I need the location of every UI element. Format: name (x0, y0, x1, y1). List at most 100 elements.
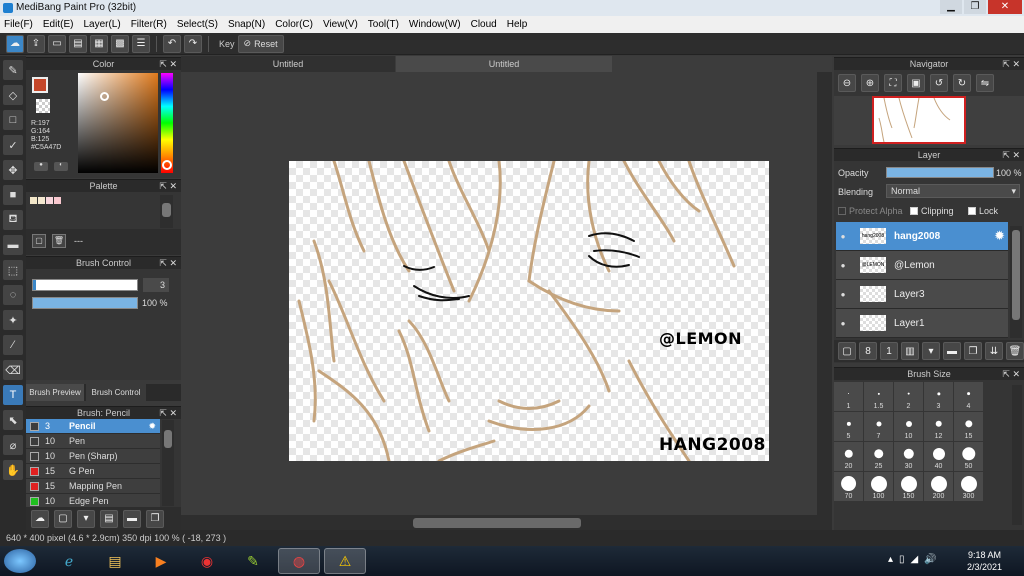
rotate-left-icon[interactable]: ↺ (930, 74, 948, 92)
new-palette-icon[interactable]: ▢ (32, 234, 46, 248)
protect-alpha-option[interactable]: Protect Alpha (838, 206, 903, 216)
brush-size-option[interactable]: 4 (954, 382, 983, 411)
brush-size-option[interactable]: 40 (924, 442, 953, 471)
layer-item-lemon[interactable]: ● @LEMON @Lemon (836, 251, 1008, 280)
layer-folder-icon[interactable]: ▬ (943, 342, 961, 360)
text-tool-icon[interactable]: T (3, 385, 23, 405)
select-eraser-tool-icon[interactable]: ⌫ (3, 360, 23, 380)
brush-list-scroll-thumb[interactable] (164, 430, 172, 448)
tab-document-1[interactable]: Untitled (181, 56, 395, 72)
brush-item-mapping-pen[interactable]: 15 Mapping Pen (26, 479, 160, 494)
blending-select[interactable]: Normal ▾ (886, 184, 1020, 198)
warning-taskbar-icon[interactable]: ⚠ (324, 548, 366, 574)
layer-item-layer3[interactable]: ● Layer3 (836, 280, 1008, 309)
brush-item-edge-pen[interactable]: 10 Edge Pen (26, 494, 160, 507)
panel-controls-icon[interactable]: ⇱ ✕ (159, 58, 177, 71)
delete-layer-icon[interactable]: 🗑 (1006, 342, 1024, 360)
new-layer-icon[interactable]: ▢ (838, 342, 856, 360)
cloud-brush-icon[interactable]: ☁ (31, 509, 49, 528)
brush-size-value[interactable]: 3 (143, 278, 169, 292)
new-1bit-layer-icon[interactable]: 1 (880, 342, 898, 360)
maximize-button[interactable]: ❐ (964, 0, 986, 14)
internet-explorer-icon[interactable]: ℯ (48, 548, 90, 574)
tray-icons[interactable]: ▴▯◢🔊 (888, 554, 943, 565)
brush-size-option[interactable]: 7 (864, 412, 893, 441)
add-brush-dropdown-icon[interactable]: ▾ (77, 509, 95, 528)
share-icon[interactable]: ⇪ (27, 34, 45, 53)
brush-size-option[interactable]: 200 (924, 472, 953, 501)
file-explorer-icon[interactable]: ▤ (94, 548, 136, 574)
brush-size-option[interactable]: 150 (894, 472, 923, 501)
color-swap-button[interactable]: ◐ (54, 162, 68, 171)
brush-item-pen[interactable]: 10 Pen (26, 434, 160, 449)
menu-cloud[interactable]: Cloud (471, 19, 497, 30)
color-picker-handle[interactable] (100, 92, 109, 101)
color-saturation-field[interactable] (78, 73, 158, 173)
layer-list-scroll-thumb[interactable] (1012, 230, 1020, 320)
brush-settings-icon[interactable]: ▤ (100, 509, 118, 528)
visibility-icon[interactable]: ● (836, 232, 850, 241)
undo-icon[interactable]: ↶ (163, 34, 181, 53)
menu-window[interactable]: Window(W) (409, 19, 461, 30)
hand-tool-icon[interactable]: ✋ (3, 460, 23, 480)
minimize-button[interactable]: ▁ (940, 0, 962, 14)
redo-icon[interactable]: ↷ (184, 34, 202, 53)
menu-snap[interactable]: Snap(N) (228, 19, 265, 30)
menu-file[interactable]: File(F) (4, 19, 33, 30)
chat-icon[interactable]: ▤ (69, 34, 87, 53)
hue-slider[interactable] (161, 73, 173, 173)
brush-size-scrollbar[interactable] (1012, 385, 1022, 525)
brush-list-scrollbar[interactable] (162, 420, 174, 506)
menu-help[interactable]: Help (507, 19, 528, 30)
palette-swatch[interactable] (30, 197, 37, 204)
brush-item-g-pen[interactable]: 15 G Pen (26, 464, 160, 479)
clock[interactable]: 9:18 AM 2/3/2021 (967, 549, 1002, 573)
brush-size-option[interactable]: 15 (954, 412, 983, 441)
layer-opacity-slider[interactable] (886, 167, 994, 178)
navigator-preview[interactable] (834, 96, 1024, 145)
select-rect-tool-icon[interactable]: ⬚ (3, 260, 23, 280)
brush-size-option[interactable]: 50 (954, 442, 983, 471)
panel-controls-icon[interactable]: ⇱ ✕ (159, 257, 177, 270)
palette-scrollbar[interactable] (160, 195, 173, 228)
lock-checkbox[interactable] (968, 207, 976, 215)
tab-document-2[interactable]: Untitled (396, 56, 612, 72)
foreground-color-swatch[interactable] (32, 77, 48, 93)
tab-brush-preview[interactable]: Brush Preview (26, 384, 84, 401)
brush-size-slider[interactable] (32, 279, 138, 291)
panel-controls-icon[interactable]: ⇱ ✕ (1002, 149, 1020, 162)
reset-button[interactable]: ⊘ Reset (237, 34, 284, 53)
close-button[interactable]: ✕ (988, 0, 1022, 14)
visibility-icon[interactable]: ● (836, 290, 850, 299)
menu-edit[interactable]: Edit(E) (43, 19, 74, 30)
flip-icon[interactable]: ⇋ (976, 74, 994, 92)
brush-folder-icon[interactable]: ▬ (123, 509, 141, 528)
start-button-icon[interactable] (4, 549, 36, 573)
hue-slider-handle[interactable] (162, 160, 172, 170)
brush-size-option[interactable]: 1 (834, 382, 863, 411)
zoom-out-icon[interactable]: ⊖ (838, 74, 856, 92)
brush-size-option[interactable]: 300 (954, 472, 983, 501)
gradient-tool-icon[interactable]: ▬ (3, 235, 23, 255)
panel-controls-icon[interactable]: ⇱ ✕ (159, 180, 177, 193)
lock-option[interactable]: Lock (968, 206, 998, 216)
brush-size-option[interactable]: 70 (834, 472, 863, 501)
halftone-layer-icon[interactable]: ▥ (901, 342, 919, 360)
brush-size-option[interactable]: 1.5 (864, 382, 893, 411)
clipping-option[interactable]: Clipping (910, 206, 954, 216)
brush-size-option[interactable]: 10 (894, 412, 923, 441)
panel-controls-icon[interactable]: ⇱ ✕ (1002, 368, 1020, 381)
navigator-viewport[interactable] (872, 96, 966, 144)
visibility-icon[interactable]: ● (836, 319, 850, 328)
grid-icon[interactable]: ▩ (111, 34, 129, 53)
background-color-swatch[interactable] (36, 99, 50, 113)
magic-wand-tool-icon[interactable]: ✦ (3, 310, 23, 330)
menu-layer[interactable]: Layer(L) (83, 19, 120, 30)
brush-size-option[interactable]: 5 (834, 412, 863, 441)
tab-brush-control[interactable]: Brush Control (86, 384, 146, 401)
document-icon[interactable]: ▦ (90, 34, 108, 53)
brush-size-option[interactable]: 3 (924, 382, 953, 411)
palette-swatch[interactable] (38, 197, 45, 204)
brush-tool-icon[interactable]: ✎ (3, 60, 23, 80)
canvas-scroll-thumb[interactable] (413, 518, 581, 528)
